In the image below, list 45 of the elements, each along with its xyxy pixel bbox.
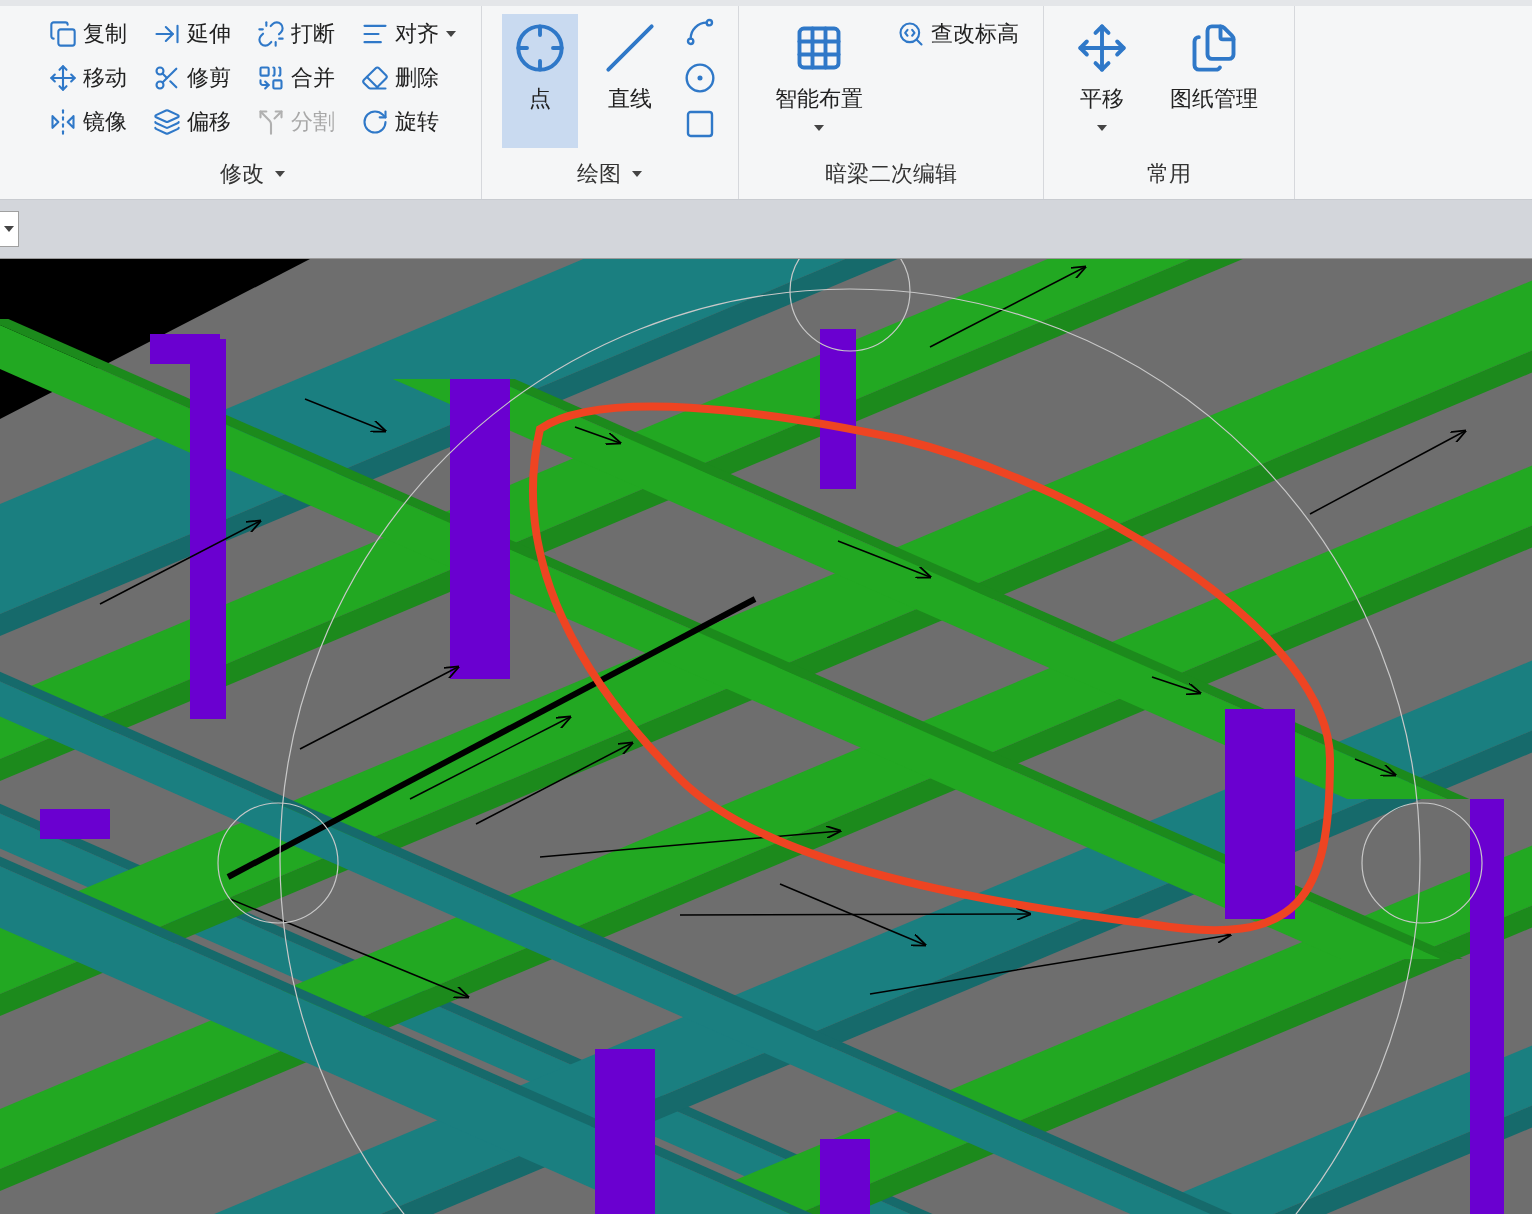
- tool-button[interactable]: 直线: [592, 14, 668, 148]
- break-icon: [257, 20, 285, 48]
- orbit-guide-drawing[interactable]: [217, 259, 1483, 1214]
- tool-button[interactable]: 查改标高: [893, 14, 1023, 54]
- tool-button[interactable]: 复制: [45, 14, 131, 54]
- caret-icon: [813, 124, 825, 132]
- group-label[interactable]: 修改: [212, 155, 294, 199]
- tool-button[interactable]: 删除: [357, 58, 461, 98]
- tool-button[interactable]: 延伸: [149, 14, 235, 54]
- tool-button[interactable]: 打断: [253, 14, 339, 54]
- tool-button[interactable]: 偏移: [149, 102, 235, 142]
- group-label[interactable]: 绘图: [569, 155, 651, 199]
- dropdown-field[interactable]: [0, 211, 19, 247]
- tool-button[interactable]: 镜像: [45, 102, 131, 142]
- rotate-icon: [361, 108, 389, 136]
- tool-button[interactable]: 图纸管理: [1154, 14, 1274, 148]
- tool-button[interactable]: 对齐: [357, 14, 461, 54]
- split-icon: [257, 108, 285, 136]
- group-label: 暗梁二次编辑: [824, 160, 958, 188]
- copy-icon: [49, 20, 77, 48]
- caret-icon: [1096, 124, 1108, 132]
- pan-icon: [1076, 22, 1128, 74]
- merge-icon: [257, 64, 285, 92]
- arc-icon: [684, 16, 716, 48]
- layers-icon: [153, 108, 181, 136]
- search-icon: [897, 20, 925, 48]
- tool-button[interactable]: 移动: [45, 58, 131, 98]
- caret-icon: [631, 170, 643, 178]
- tool-button[interactable]: 旋转: [357, 102, 461, 142]
- tool-button[interactable]: 点: [502, 14, 578, 148]
- move-icon: [49, 64, 77, 92]
- caret-icon: [274, 170, 286, 178]
- mirror-icon: [49, 108, 77, 136]
- group-label: 常用: [1146, 160, 1192, 188]
- tool-button[interactable]: 智能布置: [759, 14, 879, 148]
- eraser-icon: [361, 64, 389, 92]
- caret-icon: [445, 30, 457, 38]
- circle-icon: [684, 62, 716, 94]
- rectangle-icon: [684, 108, 716, 140]
- tool-button[interactable]: 合并: [253, 58, 339, 98]
- tool-button[interactable]: 平移: [1064, 14, 1140, 148]
- tool-button[interactable]: 修剪: [149, 58, 235, 98]
- crosshair-icon: [514, 22, 566, 74]
- caret-icon: [3, 225, 15, 233]
- line-icon: [604, 22, 656, 74]
